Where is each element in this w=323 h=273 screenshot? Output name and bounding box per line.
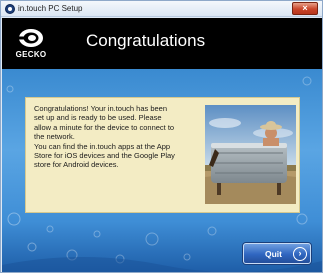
message-line: You can find the in.touch apps at the Ap… [34,141,171,151]
message-line: Congratulations! Your in.touch has been [34,104,168,113]
hot-tub-photo [205,105,296,204]
message-line: set up and is ready to be used. Please [34,113,162,123]
message-line: store for Android devices. [34,160,119,170]
message-text: Congratulations! Your in.touch has been … [34,104,202,170]
close-button[interactable]: × [292,2,318,15]
app-icon [5,4,15,14]
page-title: Congratulations [86,31,206,50]
quit-label: Quit [265,249,282,259]
gecko-logo: GECKO [12,28,50,64]
close-icon: × [302,3,308,13]
quit-button[interactable]: Quit › [243,243,311,264]
header-banner: GECKO Congratulations [2,18,322,69]
hot-tub-illustration [205,105,296,204]
message-line: the network. [34,132,75,142]
message-panel: Congratulations! Your in.touch has been … [25,97,300,213]
arrow-right-circle-icon: › [293,247,307,261]
window-title: in.touch PC Setup [18,4,83,13]
logo-text: GECKO [15,50,47,59]
title-bar[interactable]: in.touch PC Setup × [1,1,322,17]
setup-window: in.touch PC Setup × GECKO Congratulation… [0,0,323,273]
content-area: Congratulations! Your in.touch has been … [2,69,322,272]
message-line: Store for iOS devices and the Google Pla… [34,151,175,161]
message-line: allow a minute for the device to connect… [34,122,175,132]
gecko-logo-icon [18,29,43,47]
